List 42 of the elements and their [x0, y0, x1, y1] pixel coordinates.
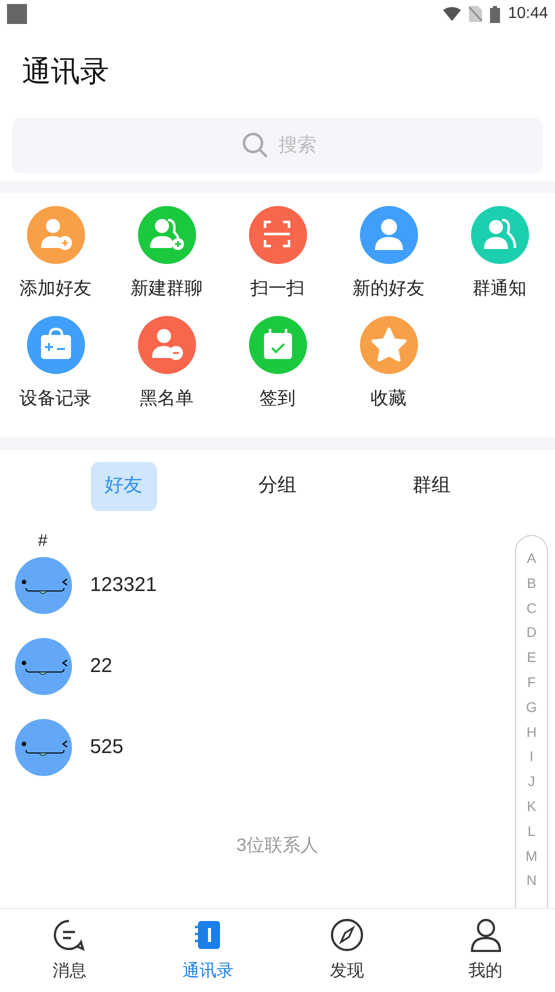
nav-tab[interactable]: 消息 — [0, 909, 139, 992]
contact-name[interactable]: 525 — [90, 732, 124, 762]
shortcut-label[interactable]: 设备记录 — [20, 385, 92, 412]
bag-icon[interactable] — [26, 316, 84, 374]
section-header: # — [37, 530, 48, 552]
battery-icon — [490, 6, 500, 22]
person-icon[interactable] — [360, 206, 418, 264]
search-field[interactable]: 搜索 — [12, 118, 543, 173]
contact-name[interactable]: 123321 — [90, 570, 157, 600]
contact-count: 3位联系人 — [236, 834, 318, 857]
avatar-icon[interactable] — [15, 556, 72, 614]
scan-icon[interactable] — [248, 206, 306, 264]
person-minus-icon[interactable] — [138, 316, 196, 374]
shortcut-label[interactable]: 黑名单 — [140, 385, 194, 412]
nav-tab[interactable]: 我的 — [416, 909, 555, 992]
shortcut-label[interactable]: 新的好友 — [352, 275, 424, 302]
group-plus-icon[interactable] — [138, 206, 196, 264]
shortcut-label[interactable]: 签到 — [260, 385, 296, 412]
contact-name[interactable]: 22 — [90, 651, 112, 681]
compass-icon — [330, 918, 364, 952]
page-title: 通讯录 — [22, 55, 109, 90]
avatar-icon[interactable] — [15, 718, 72, 776]
nav-tab[interactable]: 通讯录 — [138, 909, 278, 992]
wifi-icon — [442, 7, 461, 21]
person-plus-icon[interactable] — [26, 206, 84, 264]
notification-icon — [7, 4, 27, 24]
shortcut-label[interactable]: 新建群聊 — [130, 275, 202, 302]
nav-tab[interactable]: 发现 — [278, 909, 416, 992]
shortcut-label[interactable]: 扫一扫 — [250, 275, 304, 302]
status-time: 10:44 — [508, 4, 548, 24]
calendar-icon[interactable] — [248, 316, 306, 374]
group-icon[interactable] — [470, 206, 528, 264]
shortcut-label[interactable]: 群通知 — [472, 275, 526, 302]
shortcut-label[interactable]: 收藏 — [370, 385, 406, 412]
tab[interactable]: 分组 — [244, 462, 310, 511]
shortcut-label[interactable]: 添加好友 — [20, 275, 92, 302]
no-sim-icon — [468, 6, 482, 22]
chat-bubble-icon — [52, 918, 86, 952]
search-icon — [242, 132, 268, 158]
tab[interactable]: 群组 — [398, 462, 464, 511]
avatar-icon[interactable] — [15, 638, 72, 694]
person-icon — [468, 918, 503, 952]
